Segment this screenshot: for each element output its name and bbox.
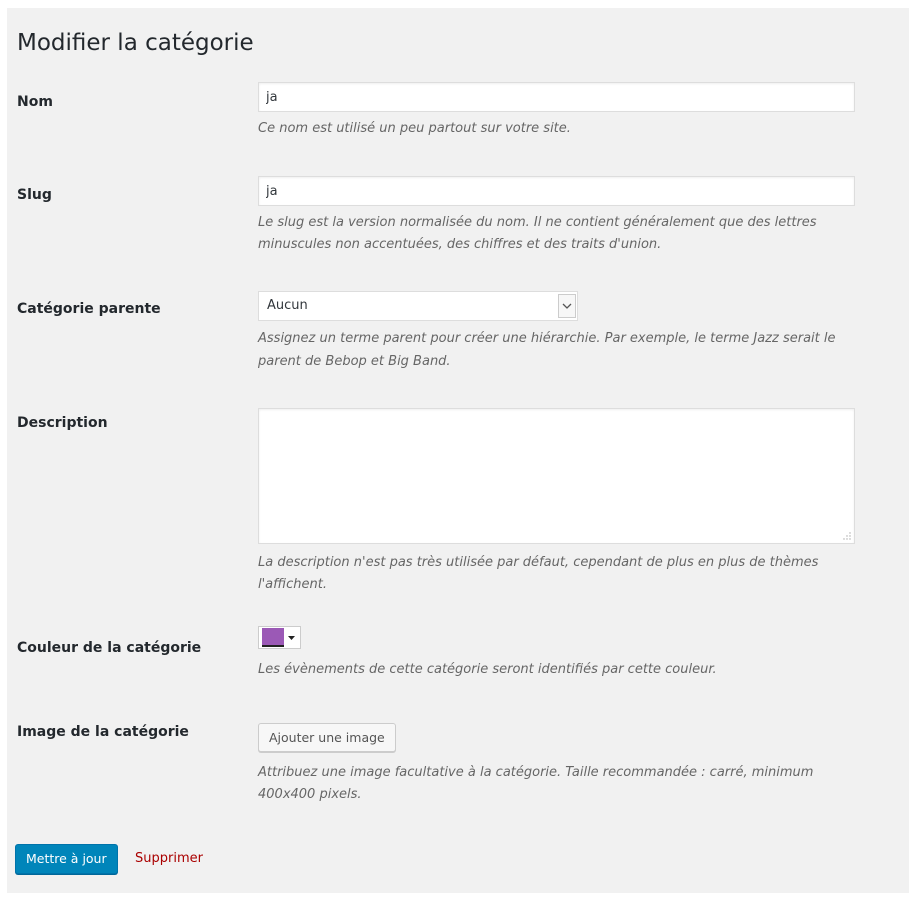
description-label: Description [17, 415, 108, 431]
slug-description-line1: Le slug est la version normalisée du nom… [258, 215, 817, 230]
page-title: Modifier la catégorie [17, 30, 254, 56]
description-help-line1: La description n'est pas très utilisée p… [258, 555, 819, 570]
image-label: Image de la catégorie [17, 724, 189, 740]
chevron-down-icon[interactable] [558, 294, 576, 318]
resize-grip-icon[interactable] [843, 532, 851, 540]
update-button[interactable]: Mettre à jour [15, 844, 118, 874]
add-image-button[interactable]: Ajouter une image [258, 723, 396, 752]
color-label: Couleur de la catégorie [17, 640, 202, 656]
name-input[interactable] [258, 82, 855, 112]
description-help-line2: l'affichent. [258, 577, 327, 592]
name-label: Nom [17, 94, 53, 110]
color-description: Les évènements de cette catégorie seront… [258, 662, 717, 677]
caret-down-icon [288, 635, 295, 640]
parent-label: Catégorie parente [17, 301, 161, 317]
delete-link[interactable]: Supprimer [135, 850, 203, 868]
edit-category-panel: Modifier la catégorie Nom Ce nom est uti… [7, 8, 909, 893]
color-picker[interactable] [258, 626, 301, 649]
slug-label: Slug [17, 187, 52, 203]
parent-description-line2: parent de Bebop et Big Band. [258, 354, 451, 369]
description-textarea[interactable] [258, 408, 855, 544]
color-swatch [262, 628, 284, 647]
slug-input[interactable] [258, 176, 855, 206]
parent-description-line1: Assignez un terme parent pour créer une … [258, 331, 836, 346]
parent-category-select[interactable]: Aucun [258, 291, 578, 321]
slug-description-line2: minuscules non accentuées, des chiffres … [258, 237, 662, 252]
name-description: Ce nom est utilisé un peu partout sur vo… [258, 121, 571, 136]
image-description-line1: Attribuez une image facultative à la cat… [258, 765, 814, 780]
image-description-line2: 400x400 pixels. [258, 787, 362, 802]
parent-selected-value: Aucun [267, 298, 308, 313]
